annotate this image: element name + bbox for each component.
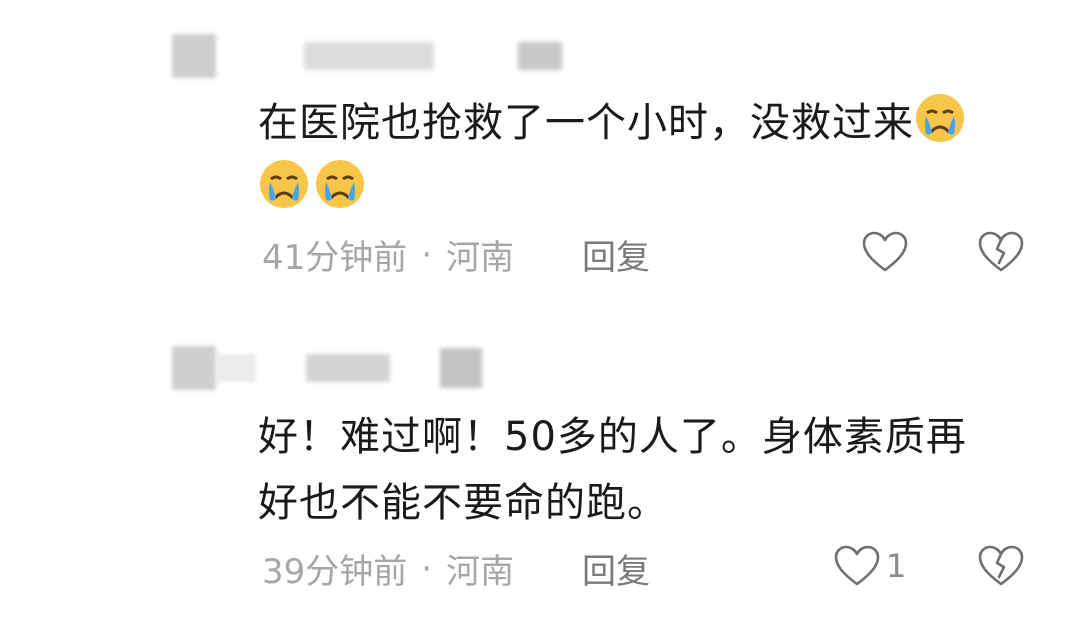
like-count: 1 (886, 547, 907, 585)
crying-face-icon (260, 160, 308, 208)
username-redacted (172, 34, 562, 78)
heart-icon (862, 231, 908, 272)
dislike-button[interactable] (978, 231, 1024, 277)
heart-icon (834, 545, 880, 586)
comment-body: 在医院也抢救了一个小时，没救过来 (258, 100, 914, 146)
like-button[interactable] (862, 231, 914, 273)
comment-item: 好！难过啊！50多的人了。身体素质再 好也不能不要命的跑。 39分钟前 · 河南… (0, 330, 1080, 621)
broken-heart-icon (978, 231, 1024, 272)
comment-time: 39分钟前 (262, 552, 408, 592)
comment-body-line-1: 好！难过啊！50多的人了。身体素质再 (258, 414, 967, 460)
meta-separator: · (421, 548, 433, 589)
comment-time: 41分钟前 (262, 238, 408, 278)
reply-button[interactable]: 回复 (582, 230, 650, 279)
dislike-button[interactable] (978, 545, 1024, 591)
comment-body-line-2: 好也不能不要命的跑。 (258, 480, 668, 526)
like-button[interactable]: 1 (834, 545, 906, 587)
comment-meta: 39分钟前 · 河南 (262, 544, 514, 593)
crying-face-icon (316, 160, 364, 208)
comment-meta: 41分钟前 · 河南 (262, 230, 514, 279)
reply-button[interactable]: 回复 (582, 544, 650, 593)
comment-location: 河南 (446, 238, 515, 278)
broken-heart-icon (978, 545, 1024, 586)
comment-text: 在医院也抢救了一个小时，没救过来 (258, 90, 1038, 222)
comment-location: 河南 (446, 552, 515, 592)
comment-text: 好！难过啊！50多的人了。身体素质再 好也不能不要命的跑。 (258, 404, 1038, 536)
meta-separator: · (421, 234, 433, 275)
crying-face-icon (916, 94, 964, 142)
username-redacted (172, 346, 482, 390)
comment-item: 在医院也抢救了一个小时，没救过来 41分钟前 · 河南 回复 (0, 0, 1080, 300)
